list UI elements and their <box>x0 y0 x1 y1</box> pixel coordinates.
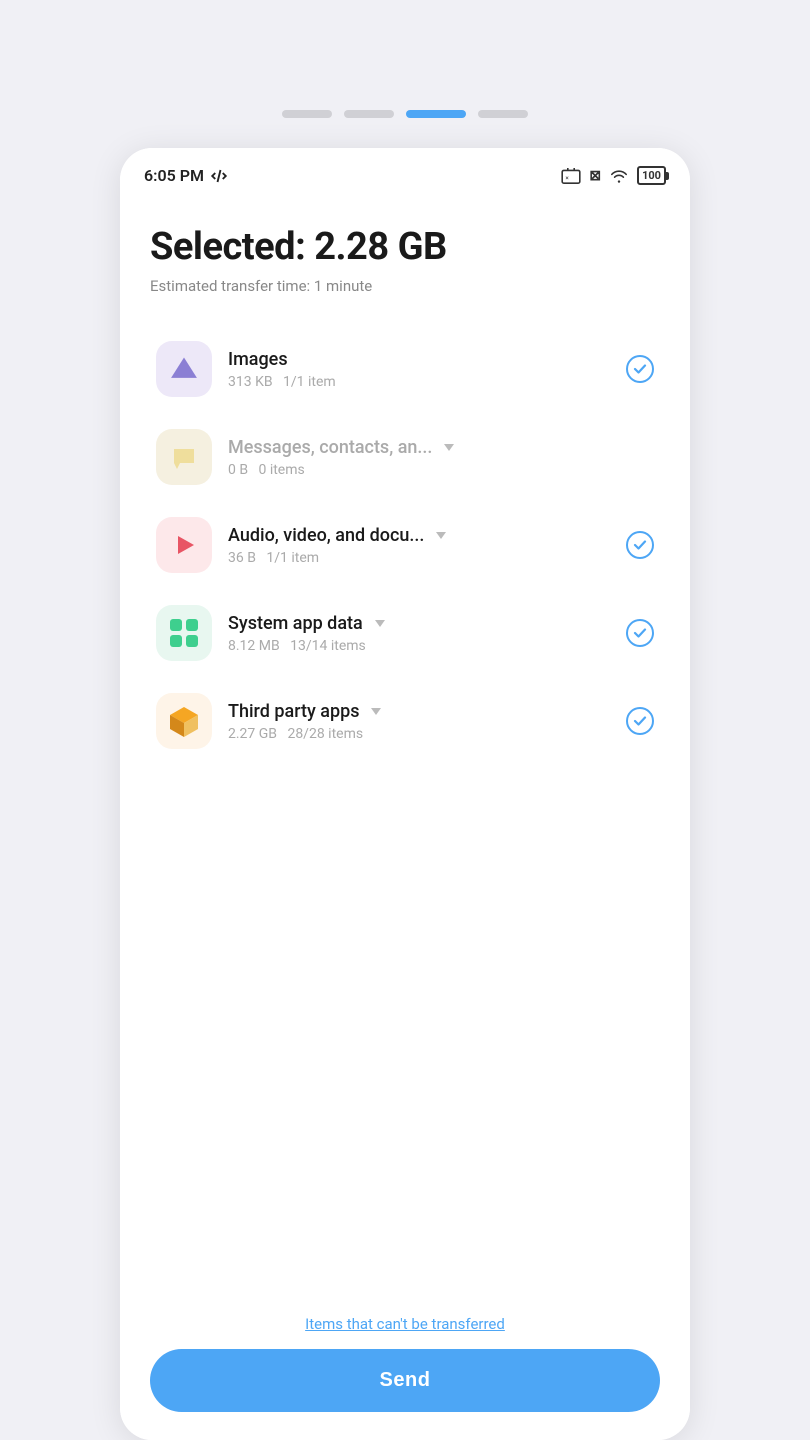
list-item[interactable]: Images 313 KB 1/1 item <box>150 327 660 411</box>
screenshot-icon: × <box>561 168 581 184</box>
thirdparty-icon <box>166 703 202 739</box>
page-indicators <box>282 110 528 118</box>
images-meta: 313 KB 1/1 item <box>228 374 610 390</box>
images-icon-wrap <box>156 341 212 397</box>
system-icon-wrap <box>156 605 212 661</box>
thirdparty-check[interactable] <box>626 707 654 735</box>
system-info: System app data 8.12 MB 13/14 items <box>228 613 610 654</box>
check-svg <box>633 538 647 552</box>
thirdparty-name: Third party apps <box>228 701 610 722</box>
messages-check[interactable] <box>626 443 654 471</box>
audio-chevron <box>436 532 446 539</box>
check-svg <box>633 362 647 376</box>
indicator-2[interactable] <box>344 110 394 118</box>
indicator-4[interactable] <box>478 110 528 118</box>
system-name: System app data <box>228 613 610 634</box>
list-item[interactable]: System app data 8.12 MB 13/14 items <box>150 591 660 675</box>
system-chevron <box>375 620 385 627</box>
indicator-3[interactable] <box>406 110 466 118</box>
cant-transfer-link[interactable]: Items that can't be transferred <box>305 1315 505 1333</box>
thirdparty-info: Third party apps 2.27 GB 28/28 items <box>228 701 610 742</box>
send-button[interactable]: Send <box>150 1349 660 1412</box>
list-item[interactable]: Audio, video, and docu... 36 B 1/1 item <box>150 503 660 587</box>
audio-check[interactable] <box>626 531 654 559</box>
estimated-time: Estimated transfer time: 1 minute <box>150 277 660 295</box>
system-check[interactable] <box>626 619 654 647</box>
transfer-icon <box>210 167 228 185</box>
audio-name: Audio, video, and docu... <box>228 525 610 546</box>
system-icon <box>166 615 202 651</box>
time-label: 6:05 PM <box>144 166 204 185</box>
wifi-icon <box>609 168 629 184</box>
list-item[interactable]: Messages, contacts, an... 0 B 0 items <box>150 415 660 499</box>
images-name: Images <box>228 349 610 370</box>
audio-meta: 36 B 1/1 item <box>228 550 610 566</box>
images-info: Images 313 KB 1/1 item <box>228 349 610 390</box>
battery-icon: 100 <box>637 166 666 185</box>
thirdparty-icon-wrap <box>156 693 212 749</box>
messages-icon-wrap <box>156 429 212 485</box>
svg-text:×: × <box>566 174 570 182</box>
messages-icon <box>170 443 198 471</box>
status-time: 6:05 PM <box>144 166 228 185</box>
messages-name: Messages, contacts, an... <box>228 437 610 458</box>
audio-info: Audio, video, and docu... 36 B 1/1 item <box>228 525 610 566</box>
selected-title: Selected: 2.28 GB <box>150 225 660 269</box>
audio-icon <box>170 531 198 559</box>
check-svg <box>633 714 647 728</box>
indicator-1[interactable] <box>282 110 332 118</box>
messages-info: Messages, contacts, an... 0 B 0 items <box>228 437 610 478</box>
phone-card: 6:05 PM × ⊠ 100 <box>120 148 690 1440</box>
battery-level: 100 <box>642 169 661 182</box>
check-svg <box>633 626 647 640</box>
messages-meta: 0 B 0 items <box>228 462 610 478</box>
main-content: Selected: 2.28 GB Estimated transfer tim… <box>120 195 690 1299</box>
thirdparty-meta: 2.27 GB 28/28 items <box>228 726 610 742</box>
system-meta: 8.12 MB 13/14 items <box>228 638 610 654</box>
transfer-list: Images 313 KB 1/1 item <box>150 327 660 763</box>
messages-chevron <box>444 444 454 451</box>
images-check[interactable] <box>626 355 654 383</box>
audio-icon-wrap <box>156 517 212 573</box>
status-icons: × ⊠ 100 <box>561 166 666 185</box>
bottom-area: Items that can't be transferred Send <box>120 1299 690 1440</box>
images-icon <box>167 352 201 386</box>
thirdparty-chevron <box>371 708 381 715</box>
list-item[interactable]: Third party apps 2.27 GB 28/28 items <box>150 679 660 763</box>
screenshot-x-icon: ⊠ <box>589 168 601 184</box>
status-bar: 6:05 PM × ⊠ 100 <box>120 148 690 195</box>
